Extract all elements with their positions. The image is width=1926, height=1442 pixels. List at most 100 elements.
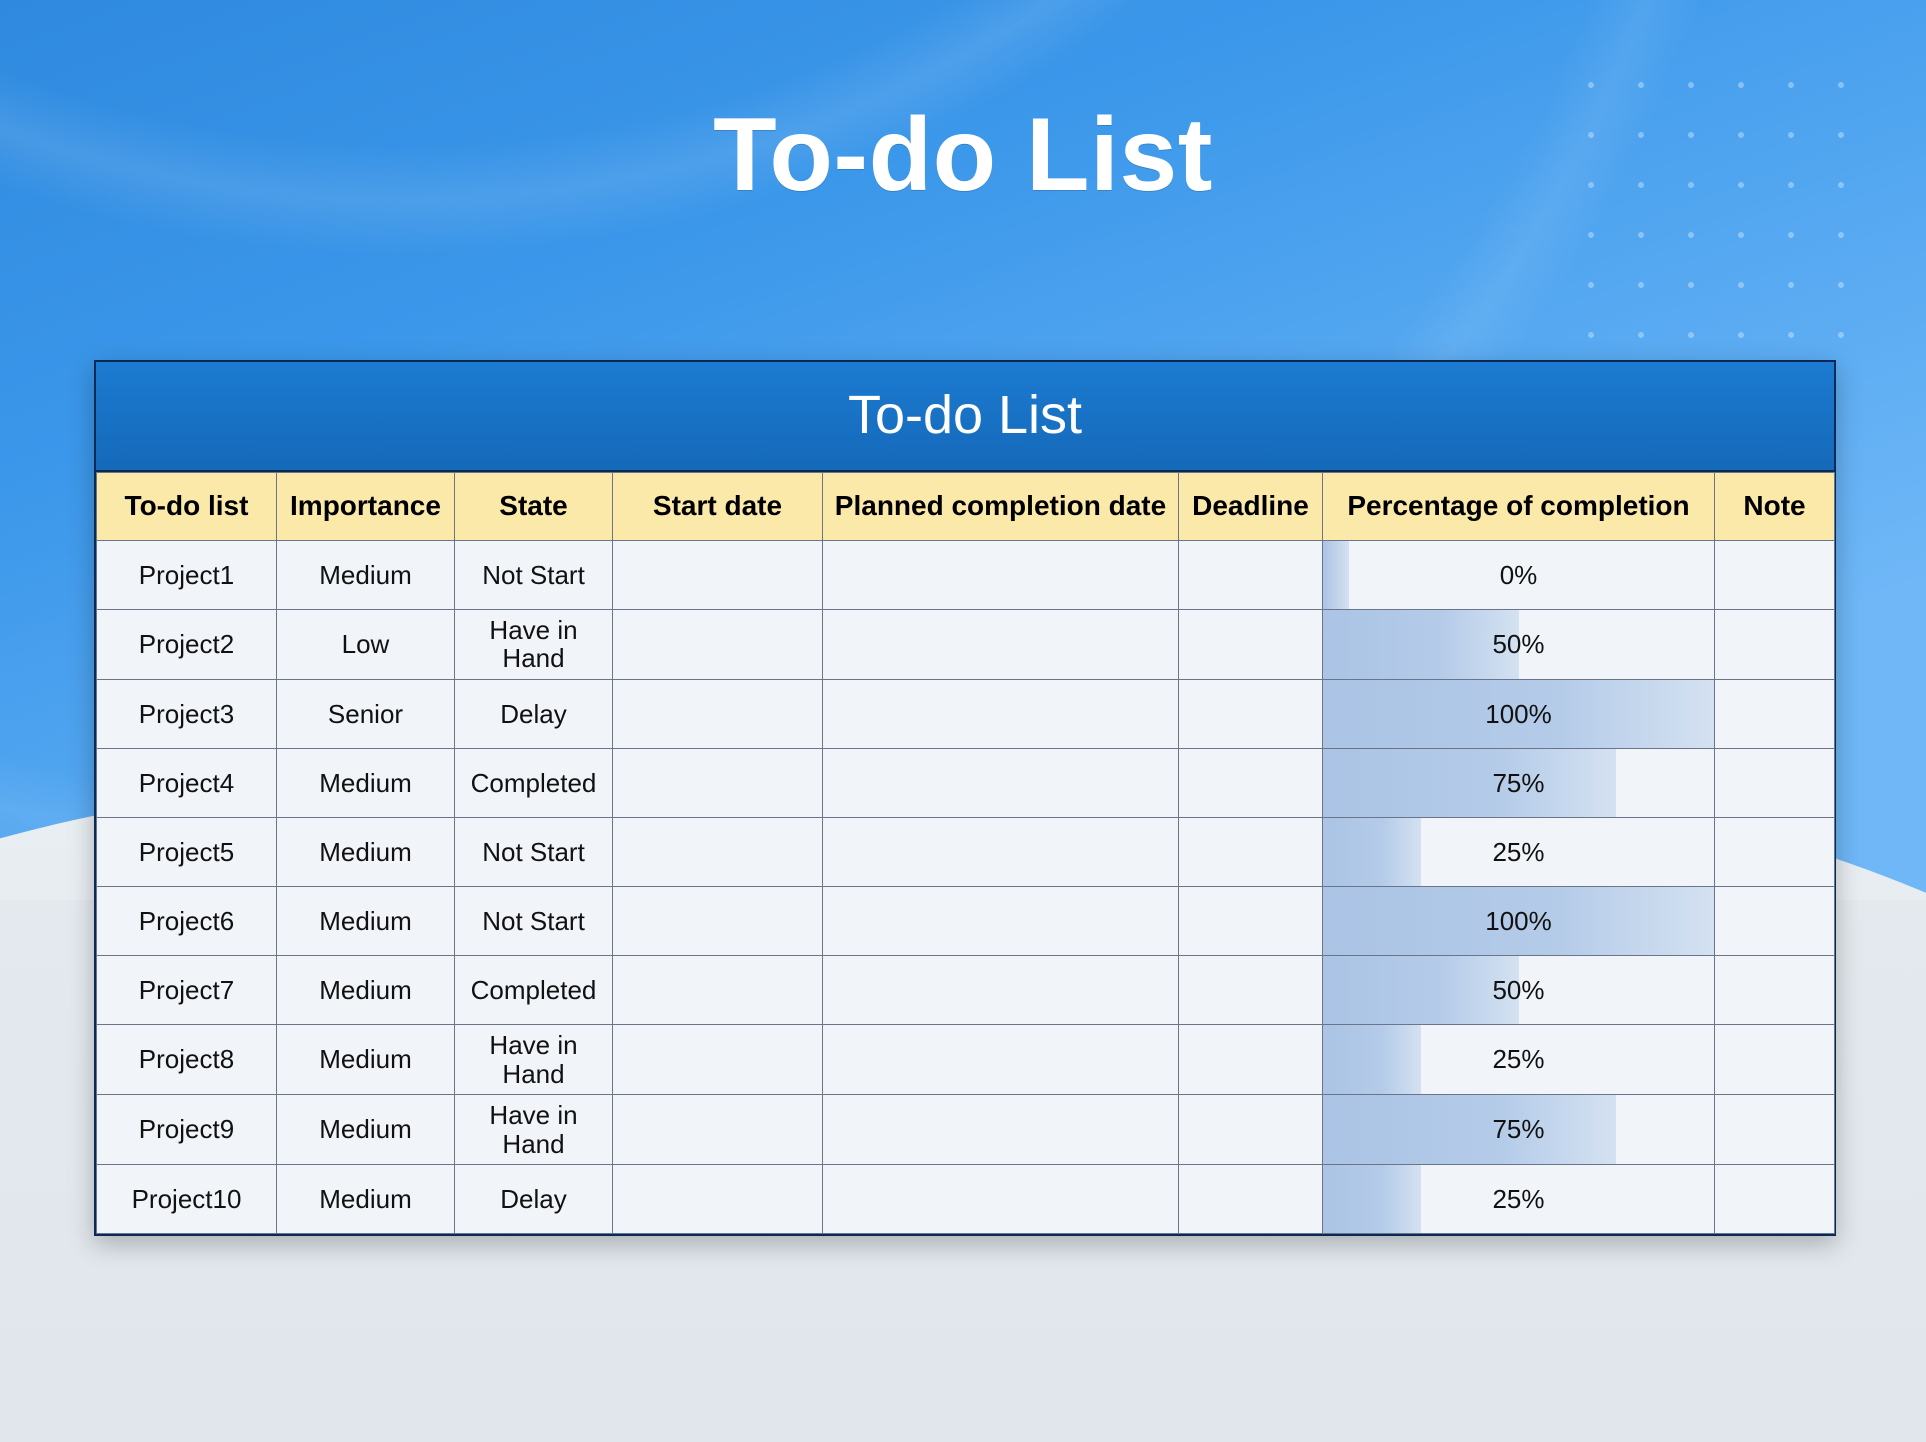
table-row: Project6MediumNot Start 100%: [97, 886, 1835, 955]
table-row: Project2LowHave in Hand50%: [97, 609, 1835, 679]
cell-planned-completion: [823, 955, 1179, 1024]
cell-note: [1715, 1095, 1835, 1165]
cell-state: Not Start: [455, 886, 613, 955]
cell-start-date: [613, 748, 823, 817]
cell-importance: Medium: [277, 748, 455, 817]
cell-planned-completion: [823, 1165, 1179, 1234]
cell-deadline: [1179, 748, 1323, 817]
cell-completion-pct: 50%: [1323, 955, 1715, 1024]
cell-todo: Project7: [97, 955, 277, 1024]
cell-todo: Project10: [97, 1165, 277, 1234]
completion-pct-label: 25%: [1323, 838, 1714, 867]
cell-planned-completion: [823, 886, 1179, 955]
cell-state: Completed: [455, 748, 613, 817]
cell-start-date: [613, 679, 823, 748]
cell-completion-pct: 75%: [1323, 1095, 1715, 1165]
cell-note: [1715, 817, 1835, 886]
cell-deadline: [1179, 679, 1323, 748]
cell-todo: Project3: [97, 679, 277, 748]
cell-completion-pct: 75%: [1323, 748, 1715, 817]
cell-importance: Medium: [277, 1165, 455, 1234]
cell-state: Delay: [455, 679, 613, 748]
cell-deadline: [1179, 817, 1323, 886]
cell-planned-completion: [823, 817, 1179, 886]
cell-start-date: [613, 955, 823, 1024]
cell-note: [1715, 1165, 1835, 1234]
cell-completion-pct: 25%: [1323, 817, 1715, 886]
cell-planned-completion: [823, 540, 1179, 609]
cell-deadline: [1179, 1095, 1323, 1165]
cell-note: [1715, 540, 1835, 609]
table-row: Project7MediumCompleted 50%: [97, 955, 1835, 1024]
cell-todo: Project4: [97, 748, 277, 817]
col-header-completion-pct: Percentage of completion: [1323, 473, 1715, 541]
cell-note: [1715, 679, 1835, 748]
cell-completion-pct: 0%: [1323, 540, 1715, 609]
cell-planned-completion: [823, 1024, 1179, 1094]
cell-importance: Medium: [277, 1024, 455, 1094]
panel-title: To-do List: [96, 362, 1834, 472]
col-header-note: Note: [1715, 473, 1835, 541]
cell-start-date: [613, 1095, 823, 1165]
cell-state: Have in Hand: [455, 609, 613, 679]
table-row: Project8MediumHave in Hand 25%: [97, 1024, 1835, 1094]
cell-todo: Project6: [97, 886, 277, 955]
cell-start-date: [613, 817, 823, 886]
cell-planned-completion: [823, 679, 1179, 748]
cell-state: Have in Hand: [455, 1095, 613, 1165]
cell-deadline: [1179, 540, 1323, 609]
cell-importance: Medium: [277, 886, 455, 955]
table-row: Project10MediumDelay 25%: [97, 1165, 1835, 1234]
cell-importance: Medium: [277, 955, 455, 1024]
col-header-state: State: [455, 473, 613, 541]
cell-deadline: [1179, 1165, 1323, 1234]
completion-pct-label: 25%: [1323, 1045, 1714, 1074]
completion-pct-label: 50%: [1323, 630, 1714, 659]
page-title: To-do List: [0, 96, 1926, 215]
cell-state: Completed: [455, 955, 613, 1024]
cell-deadline: [1179, 955, 1323, 1024]
cell-start-date: [613, 540, 823, 609]
cell-importance: Medium: [277, 817, 455, 886]
col-header-start-date: Start date: [613, 473, 823, 541]
cell-importance: Senior: [277, 679, 455, 748]
completion-pct-label: 75%: [1323, 769, 1714, 798]
cell-state: Delay: [455, 1165, 613, 1234]
completion-pct-label: 50%: [1323, 976, 1714, 1005]
completion-pct-label: 100%: [1323, 907, 1714, 936]
cell-todo: Project1: [97, 540, 277, 609]
todo-table: To-do list Importance State Start date P…: [96, 472, 1835, 1234]
table-row: Project1MediumNot Start 0%: [97, 540, 1835, 609]
table-row: Project9MediumHave in Hand75%: [97, 1095, 1835, 1165]
cell-state: Not Start: [455, 540, 613, 609]
cell-start-date: [613, 1024, 823, 1094]
cell-todo: Project2: [97, 609, 277, 679]
cell-deadline: [1179, 1024, 1323, 1094]
cell-completion-pct: 25%: [1323, 1024, 1715, 1094]
cell-importance: Medium: [277, 540, 455, 609]
completion-pct-label: 0%: [1323, 561, 1714, 590]
cell-start-date: [613, 886, 823, 955]
cell-deadline: [1179, 886, 1323, 955]
stage: To-do List To-do List To-do list Importa…: [0, 0, 1926, 1442]
cell-note: [1715, 955, 1835, 1024]
table-header-row: To-do list Importance State Start date P…: [97, 473, 1835, 541]
cell-todo: Project9: [97, 1095, 277, 1165]
cell-state: Have in Hand: [455, 1024, 613, 1094]
table-row: Project4MediumCompleted 75%: [97, 748, 1835, 817]
col-header-planned-completion: Planned completion date: [823, 473, 1179, 541]
cell-note: [1715, 748, 1835, 817]
todo-panel: To-do List To-do list Importance State S…: [94, 360, 1836, 1236]
cell-note: [1715, 886, 1835, 955]
cell-completion-pct: 25%: [1323, 1165, 1715, 1234]
completion-pct-label: 75%: [1323, 1115, 1714, 1144]
cell-deadline: [1179, 609, 1323, 679]
cell-start-date: [613, 1165, 823, 1234]
col-header-deadline: Deadline: [1179, 473, 1323, 541]
cell-planned-completion: [823, 1095, 1179, 1165]
table-row: Project3SeniorDelay100%: [97, 679, 1835, 748]
col-header-todo: To-do list: [97, 473, 277, 541]
cell-note: [1715, 609, 1835, 679]
cell-todo: Project8: [97, 1024, 277, 1094]
cell-completion-pct: 100%: [1323, 886, 1715, 955]
